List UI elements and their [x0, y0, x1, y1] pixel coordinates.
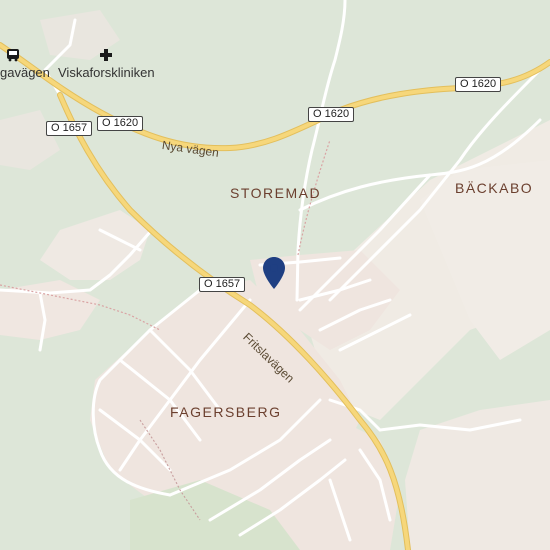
road-shield-o1657-south: O 1657 [199, 277, 246, 292]
place-label-backabo: BÄCKABO [455, 180, 534, 196]
place-label-storemad: STOREMAD [230, 185, 322, 201]
medical-cross-icon[interactable] [99, 48, 113, 62]
road-shield-o1620-center: O 1620 [308, 107, 355, 122]
map-pin-icon[interactable] [262, 256, 286, 290]
road-shield-o1620-west: O 1620 [97, 116, 144, 131]
poi-label-bus-stop[interactable]: gavägen [0, 65, 50, 80]
poi-label-clinic[interactable]: Viskaforskliniken [58, 65, 155, 80]
bus-icon[interactable] [6, 48, 20, 62]
road-shield-o1657-north: O 1657 [46, 121, 93, 136]
place-label-fagersberg: FAGERSBERG [170, 404, 282, 420]
map-view[interactable]: STOREMAD BÄCKABO FAGERSBERG gavägen Visk… [0, 0, 550, 550]
road-shield-o1620-east: O 1620 [455, 77, 502, 92]
